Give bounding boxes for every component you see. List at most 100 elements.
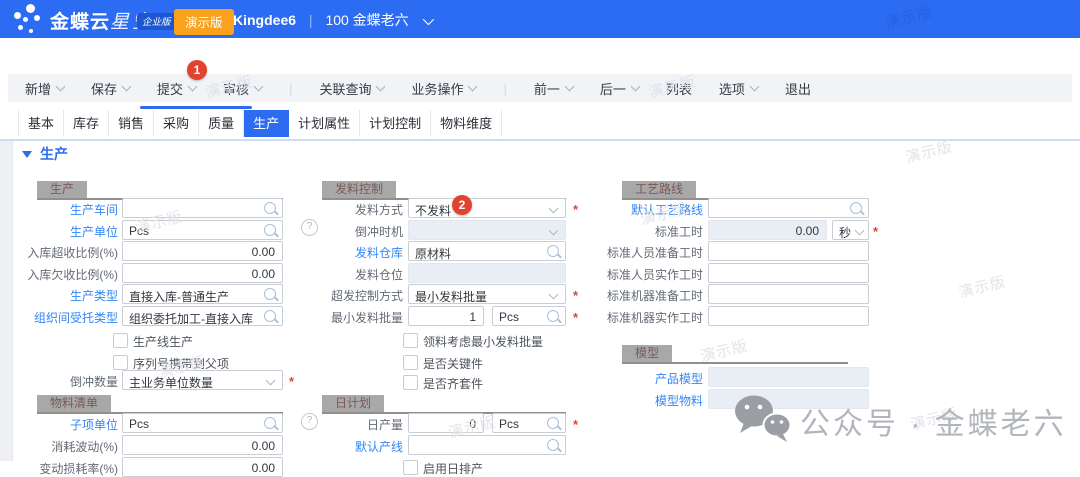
product-model-label[interactable]: 产品模型: [560, 370, 703, 387]
default-route-label[interactable]: 默认工艺路线: [560, 201, 703, 218]
group-daily-plan: 日计划: [322, 393, 566, 414]
key-part-checkbox[interactable]: [403, 355, 418, 370]
production-type-input[interactable]: 直接入库-普通生产: [122, 284, 283, 304]
std-machine-work-input[interactable]: [708, 306, 869, 326]
min-issue-batch-label: 最小发料批量: [280, 309, 403, 326]
chevron-down-icon: [549, 226, 559, 236]
model-material-label[interactable]: 模型物料: [560, 392, 703, 409]
help-icon[interactable]: [301, 219, 318, 236]
loss-rate-input[interactable]: 0.00: [122, 457, 283, 477]
issue-bin-input: [408, 263, 566, 283]
consume-fluctuation-input[interactable]: 0.00: [122, 435, 283, 455]
search-icon: [850, 202, 862, 214]
consider-min-batch-checkbox[interactable]: [403, 333, 418, 348]
over-issue-control-label: 超发控制方式: [280, 287, 403, 304]
group-bom: 物料清单: [37, 393, 283, 414]
production-unit-label[interactable]: 生产单位: [0, 223, 118, 240]
production-unit-input[interactable]: Pcs: [122, 220, 283, 240]
default-line-label[interactable]: 默认产线: [280, 438, 403, 455]
standard-hours-label: 标准工时: [560, 223, 703, 240]
group-title: 日计划: [322, 395, 384, 412]
chevron-down-icon: [266, 376, 276, 386]
line-production-checkbox[interactable]: [113, 333, 128, 348]
backflush-time-label: 倒冲时机: [280, 223, 403, 240]
search-icon: [547, 439, 559, 451]
search-icon: [264, 288, 276, 300]
group-production: 生产: [37, 179, 283, 200]
std-person-work-input[interactable]: [708, 263, 869, 283]
checkbox-label: 是否齐套件: [423, 375, 483, 392]
daily-output-label: 日产量: [280, 416, 403, 433]
column-production: 生产 生产车间 生产单位 Pcs 入库超收比例(%) 0.00 入库欠收比例(%…: [0, 0, 300, 461]
over-receipt-input[interactable]: 0.00: [122, 241, 283, 261]
wechat-account-watermark: 公众号 · 金蝶老六: [800, 399, 1067, 443]
help-icon[interactable]: [301, 413, 318, 430]
child-unit-label[interactable]: 子项单位: [0, 416, 118, 433]
issue-warehouse-label[interactable]: 发料仓库: [280, 244, 403, 261]
over-receipt-label: 入库超收比例(%): [0, 244, 118, 261]
group-title: 模型: [622, 345, 672, 362]
search-icon: [547, 245, 559, 257]
callout-badge-2: 2: [452, 195, 472, 215]
checkbox-label: 启用日排产: [423, 460, 483, 477]
workshop-input[interactable]: [122, 198, 283, 218]
consume-fluctuation-label: 消耗波动(%): [0, 438, 118, 455]
issue-bin-label: 发料仓位: [280, 266, 403, 283]
backflush-qty-select[interactable]: 主业务单位数量: [122, 370, 283, 390]
daily-output-input[interactable]: 0: [408, 413, 484, 433]
std-machine-work-label: 标准机器实作工时: [560, 309, 703, 326]
chevron-down-icon: [855, 226, 865, 236]
product-model-input: [708, 367, 869, 387]
search-icon: [547, 310, 559, 322]
under-receipt-label: 入库欠收比例(%): [0, 266, 118, 283]
search-icon: [264, 224, 276, 236]
under-receipt-input[interactable]: 0.00: [122, 263, 283, 283]
chevron-down-icon: [549, 204, 559, 214]
production-type-label[interactable]: 生产类型: [0, 287, 118, 304]
standard-hours-unit-select[interactable]: 秒: [832, 220, 869, 240]
min-issue-batch-input[interactable]: 1: [408, 306, 484, 326]
issue-warehouse-input[interactable]: 原材料: [408, 241, 566, 261]
search-icon: [264, 310, 276, 322]
over-issue-control-select[interactable]: 最小发料批量: [408, 284, 566, 304]
search-icon: [264, 202, 276, 214]
group-title: 工艺路线: [622, 181, 696, 198]
kit-part-checkbox[interactable]: [403, 375, 418, 390]
std-person-prep-input[interactable]: [708, 241, 869, 261]
workshop-label[interactable]: 生产车间: [0, 201, 118, 218]
search-icon: [547, 417, 559, 429]
default-line-input[interactable]: [408, 435, 566, 455]
group-model: 模型: [622, 343, 848, 364]
entrust-type-input[interactable]: 组织委托加工-直接入库: [122, 306, 283, 326]
search-icon: [264, 417, 276, 429]
group-issue-control: 发料控制: [322, 179, 566, 200]
checkbox-label: 生产线生产: [133, 333, 193, 350]
std-machine-prep-input[interactable]: [708, 284, 869, 304]
loss-rate-label: 变动损耗率(%): [0, 460, 118, 477]
column-issue-control: 发料控制 发料方式 不发料 * 倒冲时机 发料仓库 原材料 发料仓位 超发控制方…: [280, 0, 580, 461]
std-person-prep-label: 标准人员准备工时: [560, 244, 703, 261]
watermark: 演示版: [883, 1, 935, 33]
checkbox-label: 是否关键件: [423, 355, 483, 372]
watermark: 演示版: [956, 271, 1008, 303]
checkbox-label: 领料考虑最小发料批量: [423, 333, 543, 350]
child-unit-input[interactable]: Pcs: [122, 413, 283, 433]
default-route-input[interactable]: [708, 198, 869, 218]
daily-output-unit-input[interactable]: Pcs: [492, 413, 566, 433]
kingdee-material-edit-page: { "topbar":{"brand1":"金蝶云","brand2":"星空"…: [0, 0, 1080, 461]
required-marker: *: [873, 224, 878, 239]
backflush-qty-label: 倒冲数量: [0, 373, 118, 390]
enable-daily-schedule-checkbox[interactable]: [403, 460, 418, 475]
column-process-route: 工艺路线 默认工艺路线 标准工时 0.00 秒 * 标准人员准备工时 标准人员实…: [560, 0, 890, 461]
serial-to-parent-checkbox[interactable]: [113, 355, 128, 370]
wechat-icon: [733, 394, 793, 449]
chevron-down-icon: [549, 290, 559, 300]
min-issue-batch-unit-input[interactable]: Pcs: [492, 306, 566, 326]
std-person-work-label: 标准人员实作工时: [560, 266, 703, 283]
std-machine-prep-label: 标准机器准备工时: [560, 287, 703, 304]
issue-mode-select[interactable]: 不发料: [408, 198, 566, 218]
callout-badge-1: 1: [187, 60, 207, 80]
standard-hours-input: 0.00: [708, 220, 827, 240]
group-title: 发料控制: [322, 181, 396, 198]
entrust-type-label[interactable]: 组织间受托类型: [0, 309, 118, 326]
